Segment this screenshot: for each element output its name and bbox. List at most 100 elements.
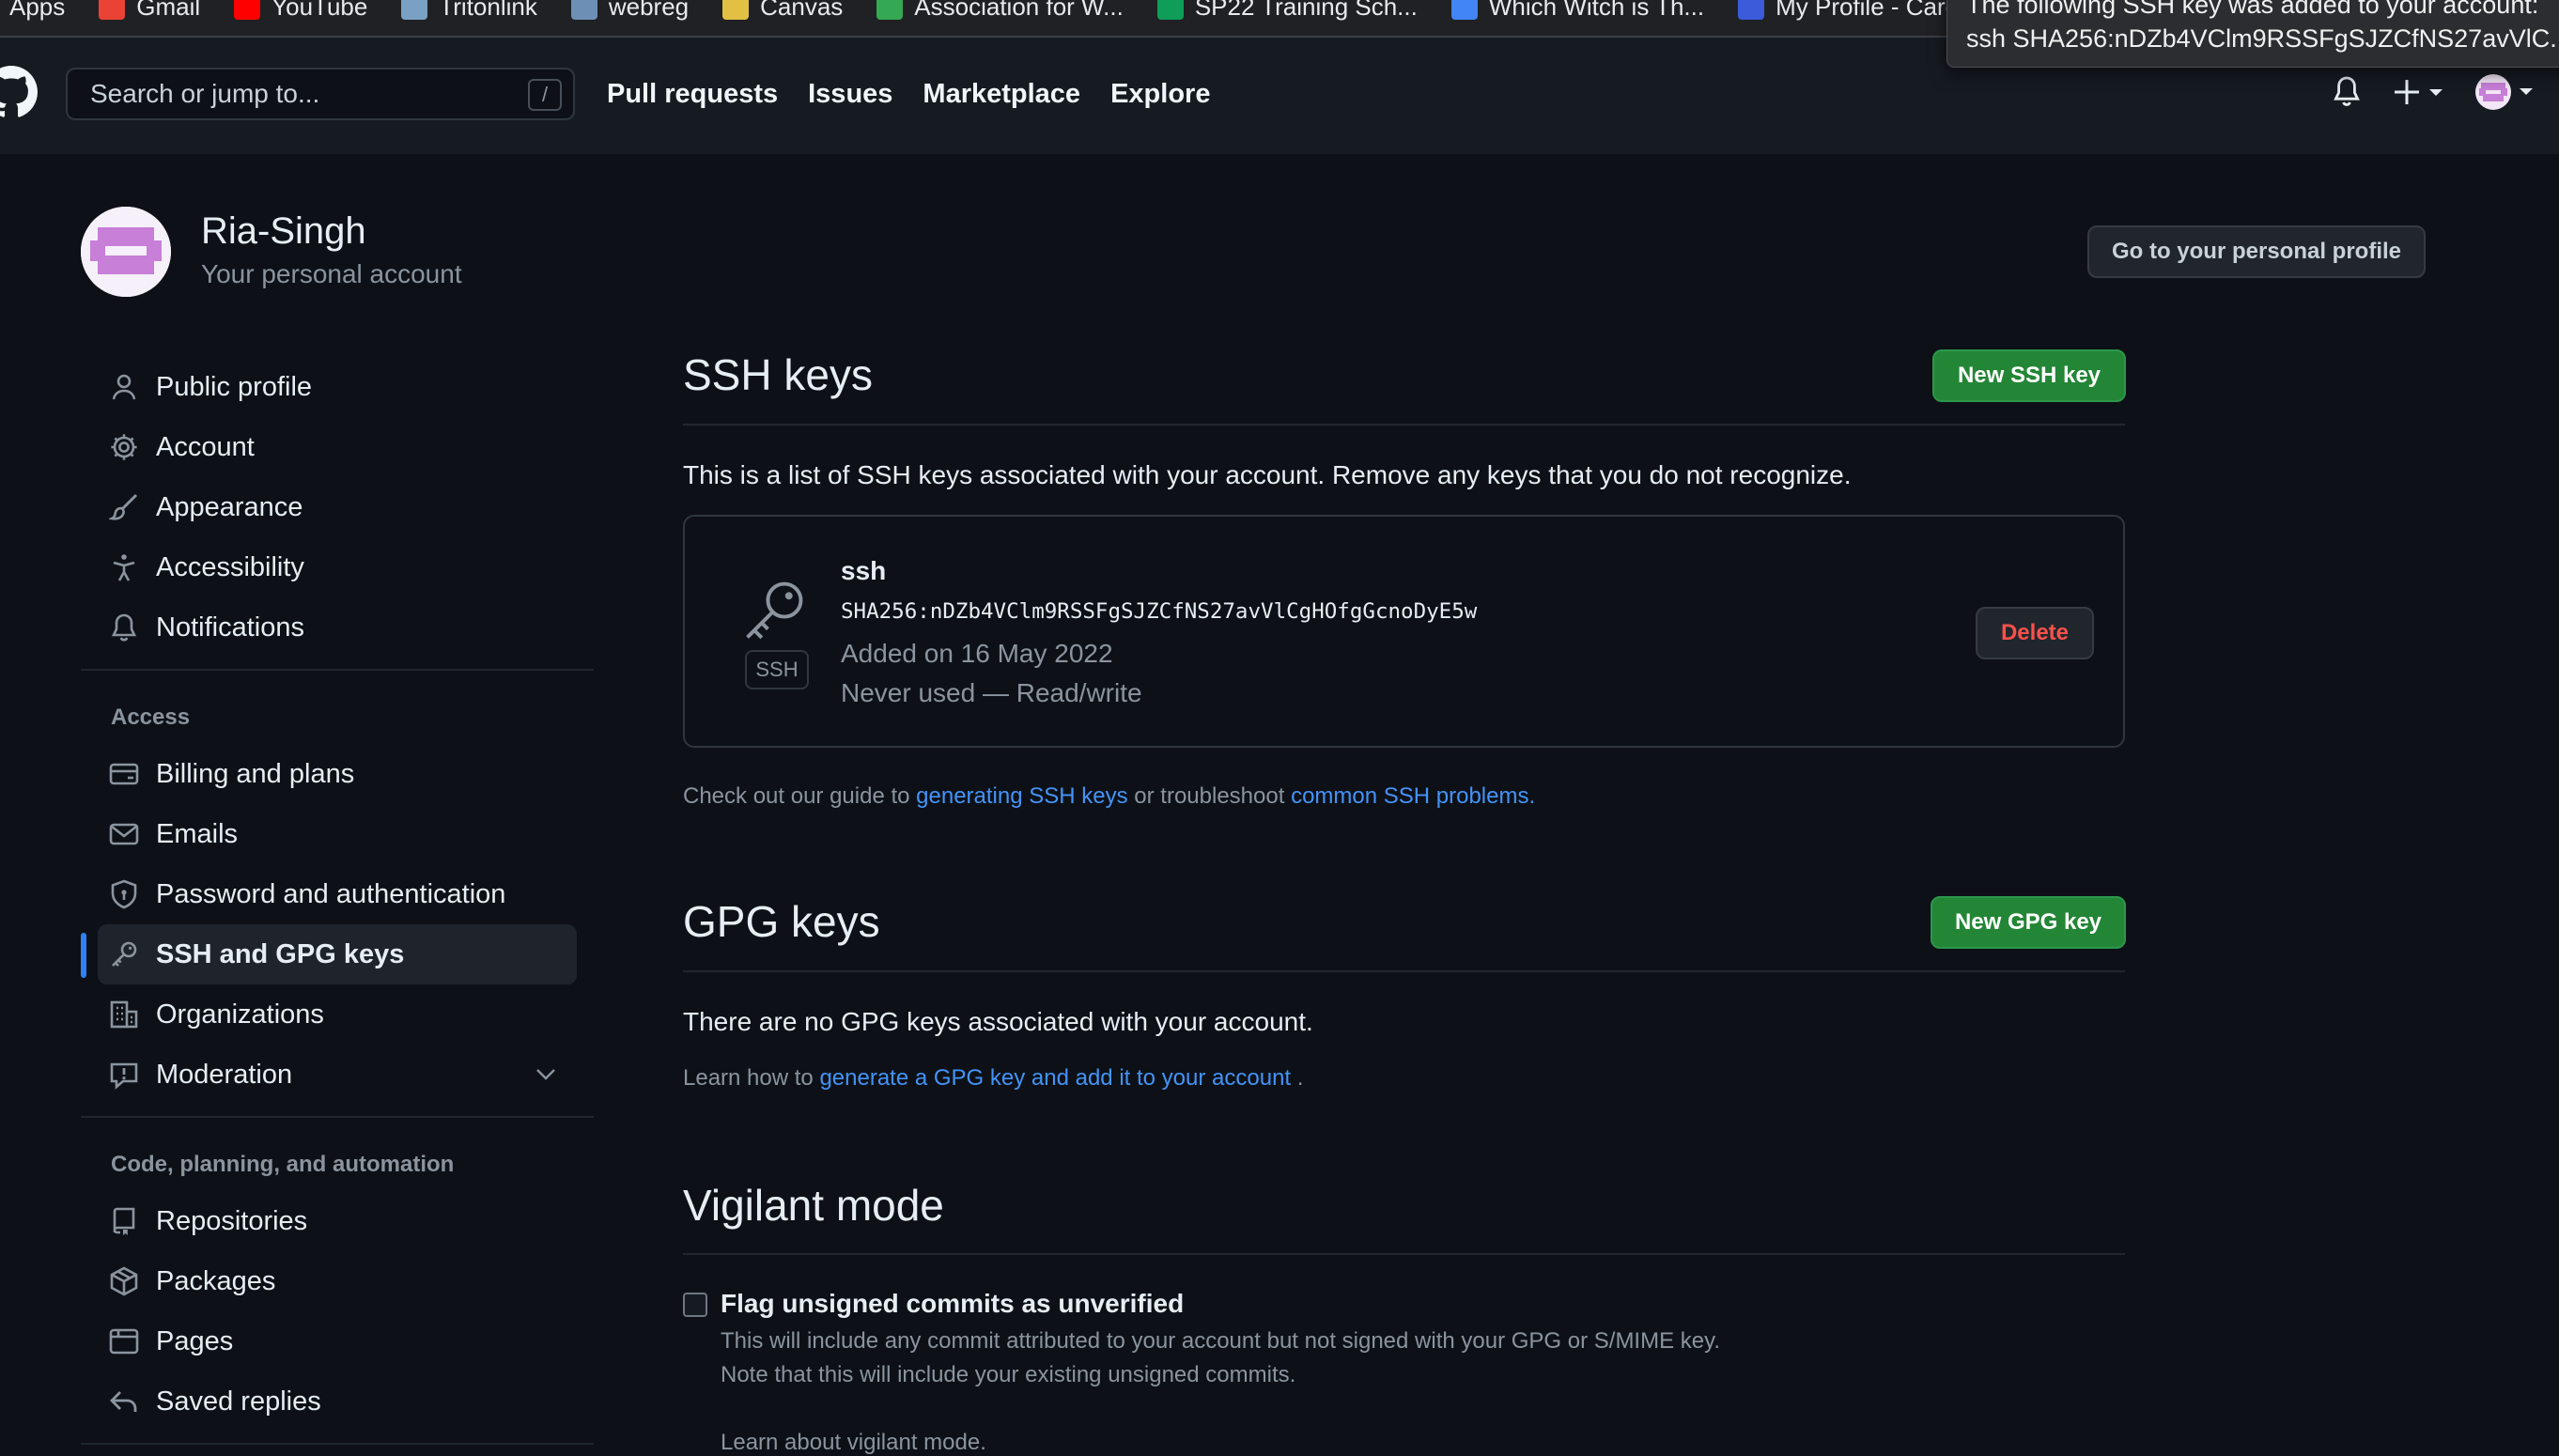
- ssh-key-usage: Never used — Read/write: [841, 678, 1142, 707]
- user-menu[interactable]: [2474, 73, 2536, 111]
- sidebar-item-label: Public profile: [156, 371, 313, 402]
- sidebar-item-label: Password and authentication: [156, 878, 506, 909]
- sidebar-item-billing[interactable]: Billing and plans: [98, 744, 577, 804]
- person-icon: [109, 372, 139, 402]
- chevron-down-icon[interactable]: [535, 1065, 556, 1084]
- bookmark-item[interactable]: Association for W...: [876, 0, 1124, 22]
- new-gpg-key-button[interactable]: New GPG key: [1931, 896, 2126, 949]
- bookmark-item[interactable]: YouTube: [234, 0, 367, 22]
- sidebar-item-notifications[interactable]: Notifications: [98, 597, 577, 658]
- gmail-icon: [99, 0, 126, 20]
- search-placeholder: Search or jump to...: [90, 79, 320, 108]
- nav-pull-requests[interactable]: Pull requests: [607, 79, 778, 110]
- accessibility-icon: [109, 552, 139, 582]
- sidebar-item-label: Billing and plans: [156, 758, 355, 789]
- nav-issues[interactable]: Issues: [808, 79, 892, 110]
- bookmark-item[interactable]: Canvas: [722, 0, 843, 22]
- paintbrush-icon: [109, 492, 139, 522]
- vigilant-note-2: Note that this will include your existin…: [721, 1362, 1296, 1387]
- sidebar-item-pages[interactable]: Pages: [98, 1311, 577, 1371]
- generating-ssh-keys-link[interactable]: generating SSH keys: [916, 783, 1127, 809]
- nav-explore[interactable]: Explore: [1110, 79, 1210, 110]
- mail-icon: [109, 819, 139, 849]
- drive-icon: [876, 0, 904, 20]
- generate-gpg-key-link[interactable]: generate a GPG key and add it to your ac…: [819, 1065, 1291, 1091]
- active-indicator: [81, 933, 86, 978]
- bookmark-item[interactable]: webreg: [570, 0, 690, 22]
- shield-lock-icon: [109, 879, 139, 909]
- bookmark-item[interactable]: SP22 Training Sch...: [1156, 0, 1418, 22]
- bookmarks-row: Apps Gmail YouTube Tritonlink webreg Canvas As…: [0, 0, 2007, 24]
- bell-icon[interactable]: [2332, 75, 2362, 109]
- tooltip-line-2: ssh SHA256:nDZb4VClm9RSSFgSJZCfNS27avVlC…: [1966, 24, 2559, 53]
- sidebar-item-password-auth[interactable]: Password and authentication: [98, 864, 577, 924]
- sidebar-item-label: Appearance: [156, 491, 303, 522]
- avatar-icon: [2475, 74, 2533, 110]
- bookmark-item[interactable]: Tritonlink: [401, 0, 537, 22]
- sidebar-item-ssh-gpg-keys[interactable]: SSH and GPG keys: [98, 924, 577, 984]
- tritonlink-icon: [401, 0, 428, 20]
- account-avatar: [81, 207, 171, 297]
- gpg-keys-heading: GPG keys: [683, 897, 880, 946]
- key-icon: [741, 577, 807, 644]
- reply-icon: [109, 1386, 139, 1417]
- bookmark-label: webreg: [608, 0, 690, 21]
- ssh-key-title: ssh: [841, 556, 887, 585]
- account-name: Ria-Singh: [201, 210, 366, 252]
- report-icon: [109, 1060, 139, 1090]
- learn-vigilant-mode-link[interactable]: Learn about vigilant mode.: [721, 1430, 986, 1456]
- sidebar-item-appearance[interactable]: Appearance: [98, 477, 577, 537]
- search-input[interactable]: Search or jump to... /: [66, 68, 575, 120]
- sidebar-item-label: Emails: [156, 818, 239, 849]
- repo-icon: [109, 1206, 139, 1236]
- sidebar-item-label: Repositories: [156, 1205, 308, 1236]
- gpg-learn-suffix: .: [1291, 1065, 1304, 1091]
- sidebar-item-organizations[interactable]: Organizations: [98, 984, 577, 1045]
- ssh-keys-heading: SSH keys: [683, 350, 873, 399]
- common-ssh-problems-link[interactable]: common SSH problems: [1291, 783, 1528, 809]
- sidebar-item-moderation[interactable]: Moderation: [98, 1045, 577, 1105]
- sidebar-heading-code: Code, planning, and automation: [111, 1152, 455, 1177]
- sidebar-item-label: Moderation: [156, 1059, 293, 1090]
- vigilant-note-1: This will include any commit attributed …: [721, 1328, 1721, 1354]
- key-icon: [109, 939, 139, 969]
- bookmark-item[interactable]: Gmail: [99, 0, 200, 22]
- sidebar-item-emails[interactable]: Emails: [98, 804, 577, 864]
- browser-icon: [109, 1326, 139, 1356]
- account-subtitle: Your personal account: [201, 259, 462, 288]
- bookmark-label: Gmail: [136, 0, 201, 21]
- github-logo-icon[interactable]: [0, 66, 38, 118]
- bookmark-item[interactable]: My Profile - Caree: [1738, 0, 1973, 22]
- ssh-guide-suffix: .: [1528, 783, 1536, 809]
- gpg-empty-message: There are no GPG keys associated with yo…: [683, 1007, 1313, 1036]
- webreg-icon: [570, 0, 597, 20]
- section-divider: [683, 1253, 2125, 1255]
- gpg-learn-text: Learn how to generate a GPG key and add …: [683, 1065, 1303, 1092]
- sidebar-item-label: Organizations: [156, 999, 324, 1030]
- sidebar-item-public-profile[interactable]: Public profile: [98, 357, 577, 417]
- organization-icon: [109, 999, 139, 1030]
- section-divider: [683, 970, 2125, 972]
- sidebar-divider: [81, 1443, 594, 1445]
- sidebar-item-label: Saved replies: [156, 1386, 321, 1417]
- bookmark-item[interactable]: Apps: [0, 0, 65, 22]
- career-icon: [1738, 0, 1765, 20]
- sidebar-heading-access: Access: [111, 705, 191, 730]
- create-new-dropdown[interactable]: [2394, 77, 2448, 107]
- sidebar-item-label: Account: [156, 431, 255, 462]
- new-ssh-key-button[interactable]: New SSH key: [1932, 349, 2126, 402]
- gpg-learn-prefix: Learn how to: [683, 1065, 820, 1091]
- ssh-key-fingerprint: SHA256:nDZb4VClm9RSSFgSJZCfNS27avVlCgHOf…: [841, 599, 1478, 624]
- flag-unsigned-commits-label[interactable]: Flag unsigned commits as unverified: [721, 1289, 1184, 1319]
- sidebar-divider: [81, 1116, 594, 1118]
- flag-unsigned-commits-checkbox[interactable]: [683, 1293, 707, 1317]
- delete-ssh-key-button[interactable]: Delete: [1976, 607, 2094, 659]
- go-to-profile-button[interactable]: Go to your personal profile: [2087, 225, 2426, 278]
- sidebar-item-account[interactable]: Account: [98, 417, 577, 477]
- sidebar-item-repositories[interactable]: Repositories: [98, 1191, 577, 1251]
- sidebar-item-accessibility[interactable]: Accessibility: [98, 537, 577, 597]
- sidebar-item-packages[interactable]: Packages: [98, 1251, 577, 1311]
- sidebar-item-saved-replies[interactable]: Saved replies: [98, 1371, 577, 1432]
- nav-marketplace[interactable]: Marketplace: [923, 79, 1080, 110]
- bookmark-item[interactable]: Which Witch is Th...: [1450, 0, 1704, 22]
